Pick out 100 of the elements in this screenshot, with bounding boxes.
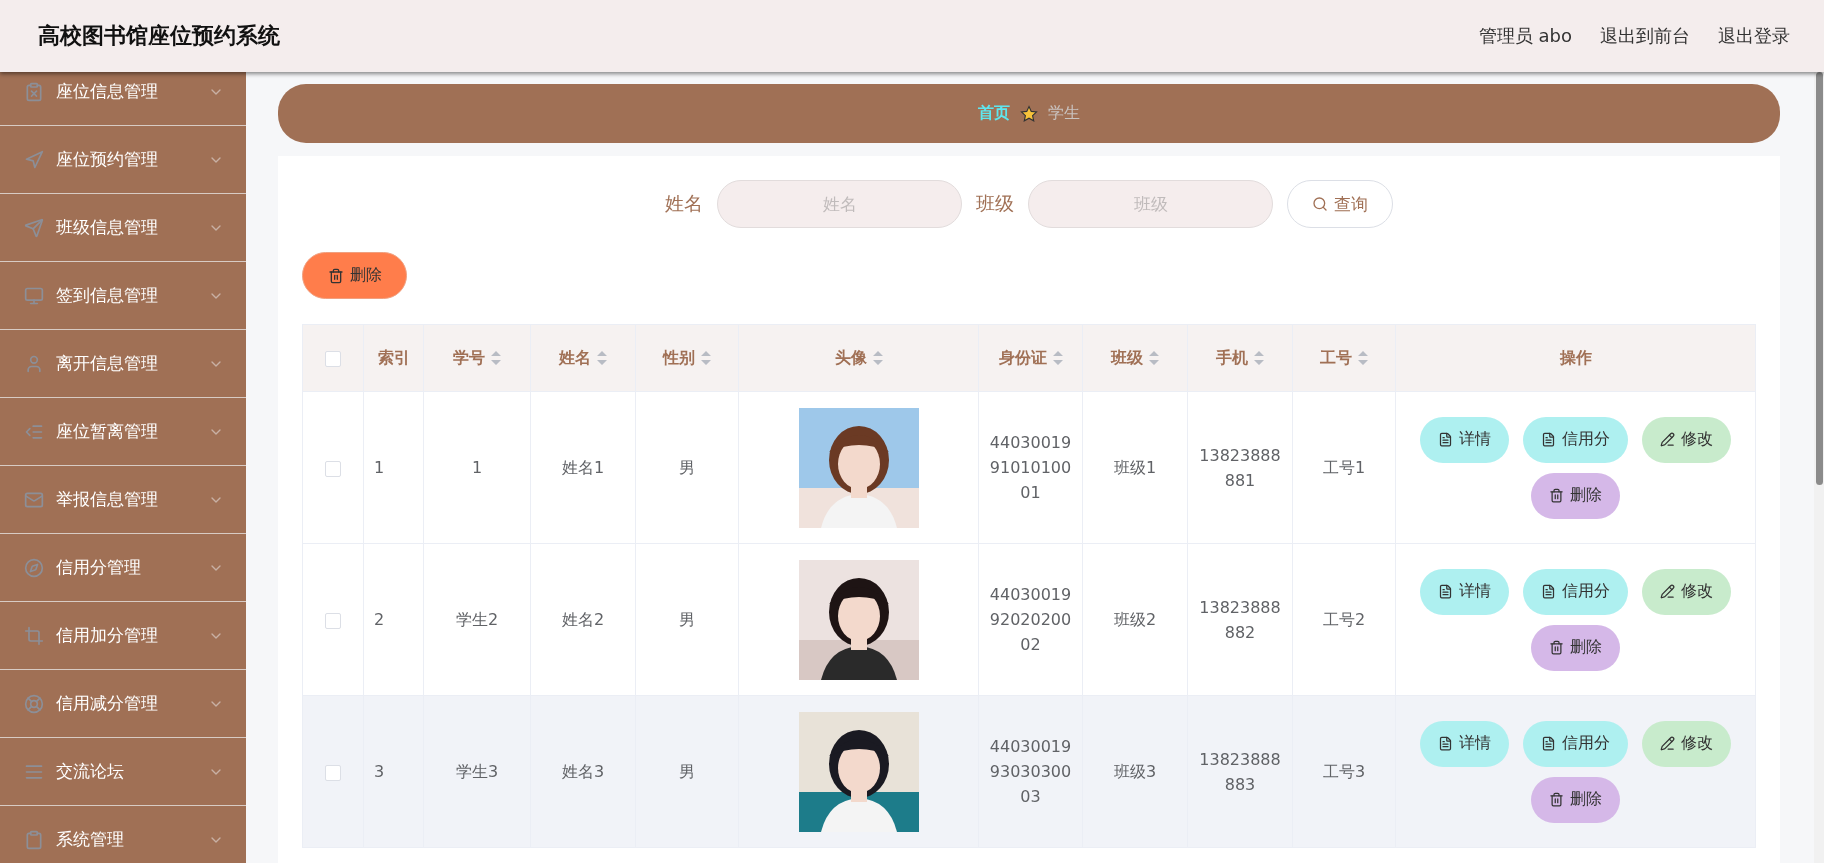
sidebar-item[interactable]: 签到信息管理 — [0, 262, 246, 330]
sort-icon[interactable] — [597, 351, 607, 365]
edit-button[interactable]: 修改 — [1642, 568, 1731, 615]
column-header[interactable]: 工号 — [1292, 324, 1396, 392]
sidebar-label: 签到信息管理 — [56, 284, 159, 307]
sort-icon[interactable] — [1052, 351, 1063, 365]
sort-icon[interactable] — [872, 351, 883, 365]
sidebar-label: 信用分管理 — [56, 556, 142, 579]
sidebar-label: 座位信息管理 — [56, 80, 159, 103]
header-link[interactable]: 退出到前台 — [1600, 24, 1690, 48]
checkbox[interactable] — [325, 764, 341, 781]
credit-button[interactable]: 信用分 — [1523, 416, 1628, 463]
user-icon — [24, 353, 44, 374]
table-cell: 姓名1 — [530, 391, 636, 544]
detail-button[interactable]: 详情 — [1420, 416, 1509, 463]
column-header[interactable]: 身份证 — [978, 324, 1083, 392]
sidebar-label: 信用加分管理 — [56, 624, 159, 647]
table-cell: 工号2 — [1292, 543, 1396, 696]
trash-icon — [1549, 640, 1564, 655]
table-cell: 班级1 — [1082, 391, 1188, 544]
sort-icon[interactable] — [1254, 351, 1264, 365]
table-cell: 440300199202020002 — [978, 543, 1083, 696]
document-icon — [1541, 432, 1556, 447]
pencil-icon — [1660, 432, 1675, 447]
checkbox[interactable] — [325, 351, 341, 367]
sidebar-item[interactable]: 座位信息管理 — [0, 72, 246, 126]
column-header[interactable]: 头像 — [738, 324, 979, 392]
table-cell: 男 — [635, 695, 739, 848]
checkbox[interactable] — [325, 460, 341, 477]
detail-button[interactable]: 详情 — [1420, 720, 1509, 767]
column-header: 索引 — [363, 324, 424, 392]
table-cell: 姓名3 — [530, 695, 636, 848]
clipboard-icon — [24, 829, 44, 850]
sidebar-label: 交流论坛 — [56, 760, 125, 783]
navigation-arrow-icon — [24, 149, 44, 170]
edit-button[interactable]: 修改 — [1642, 416, 1731, 463]
table-cell: 13823888883 — [1187, 695, 1293, 848]
sidebar-item[interactable]: 系统管理 — [0, 806, 246, 863]
delete-button[interactable]: 删除 — [302, 252, 407, 299]
table-row[interactable]: 2 学生2 姓名2 男 440300199202020002 班级2 13823888882 工号2 详情 信用分 修改 删除 — [302, 543, 1756, 696]
sidebar-item[interactable]: 信用减分管理 — [0, 670, 246, 738]
table-cell: 姓名2 — [530, 543, 636, 696]
sidebar-item[interactable]: 信用加分管理 — [0, 602, 246, 670]
trash-icon — [1549, 792, 1564, 807]
breadcrumb-link[interactable]: 首页 — [978, 103, 1010, 124]
table-cell: 13823888881 — [1187, 391, 1293, 544]
send-icon — [24, 217, 44, 238]
column-header[interactable]: 手机 — [1187, 324, 1293, 392]
column-header[interactable]: 性别 — [635, 324, 739, 392]
sidebar-label: 座位暂离管理 — [56, 420, 159, 443]
document-icon — [1541, 584, 1556, 599]
table-cell: 工号3 — [1292, 695, 1396, 848]
sidebar-item[interactable]: 离开信息管理 — [0, 330, 246, 398]
sidebar-label: 举报信息管理 — [56, 488, 159, 511]
delete-button[interactable]: 删除 — [1531, 776, 1620, 823]
table-cell: 班级2 — [1082, 543, 1188, 696]
table-cell: 男 — [635, 543, 739, 696]
sidebar-item[interactable]: 信用分管理 — [0, 534, 246, 602]
sidebar-item[interactable]: 交流论坛 — [0, 738, 246, 806]
document-icon — [1438, 736, 1453, 751]
table-cell: 3 — [363, 695, 424, 848]
header-link[interactable]: 退出登录 — [1718, 24, 1790, 48]
document-icon — [1438, 432, 1453, 447]
trash-icon — [327, 267, 344, 284]
sort-icon[interactable] — [491, 351, 501, 365]
sidebar-label: 系统管理 — [56, 828, 125, 851]
sidebar-item[interactable]: 班级信息管理 — [0, 194, 246, 262]
delete-button[interactable]: 删除 — [1531, 624, 1620, 671]
sidebar-item[interactable]: 举报信息管理 — [0, 466, 246, 534]
credit-button[interactable]: 信用分 — [1523, 720, 1628, 767]
detail-button[interactable]: 详情 — [1420, 568, 1509, 615]
delete-button[interactable]: 删除 — [1531, 472, 1620, 519]
table-row[interactable]: 1 1 姓名1 男 440300199101010001 班级1 13823888881 工号1 详情 信用分 修改 删除 — [302, 391, 1756, 544]
pencil-icon — [1660, 736, 1675, 751]
compass-icon — [24, 557, 44, 578]
sidebar-item[interactable]: 座位预约管理 — [0, 126, 246, 194]
sidebar-item[interactable]: 座位暂离管理 — [0, 398, 246, 466]
sort-icon[interactable] — [701, 351, 711, 365]
pencil-icon — [1660, 584, 1675, 599]
sort-icon[interactable] — [1149, 351, 1159, 365]
checkbox[interactable] — [325, 612, 341, 629]
document-icon — [1438, 584, 1453, 599]
column-header[interactable]: 姓名 — [530, 324, 636, 392]
sidebar-label: 班级信息管理 — [56, 216, 159, 239]
table-cell: 班级3 — [1082, 695, 1188, 848]
breadcrumb-current: 学生 — [1048, 103, 1080, 124]
edit-button[interactable]: 修改 — [1642, 720, 1731, 767]
scrollbar[interactable] — [1814, 72, 1824, 863]
search-button[interactable]: 查询 — [1287, 180, 1393, 228]
field-label: 姓名 — [665, 191, 703, 216]
column-header[interactable]: 班级 — [1082, 324, 1188, 392]
table-cell: 1 — [363, 391, 424, 544]
table-cell: 工号1 — [1292, 391, 1396, 544]
credit-button[interactable]: 信用分 — [1523, 568, 1628, 615]
table-row[interactable]: 3 学生3 姓名3 男 440300199303030003 班级3 13823888883 工号3 详情 信用分 修改 删除 — [302, 695, 1756, 848]
header-link[interactable]: 管理员 abo — [1478, 24, 1572, 48]
search-icon — [1312, 196, 1328, 212]
column-header: 操作 — [1395, 324, 1756, 392]
column-header[interactable]: 学号 — [423, 324, 531, 392]
sort-icon[interactable] — [1358, 351, 1368, 365]
